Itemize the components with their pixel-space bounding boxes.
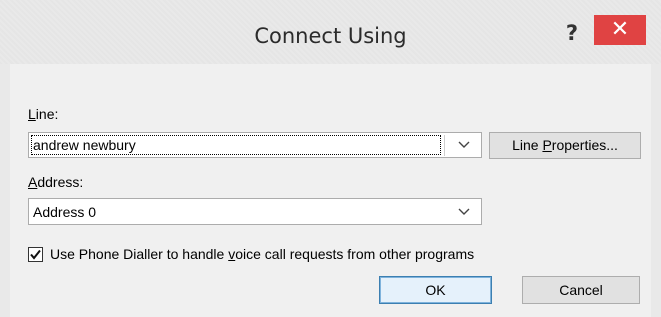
line-dropdown[interactable]: andrew newbury	[28, 132, 482, 158]
close-icon: ✕	[610, 17, 630, 42]
cancel-button[interactable]: Cancel	[522, 276, 640, 304]
line-dropdown-value: andrew newbury	[33, 137, 136, 153]
address-dropdown[interactable]: Address 0	[28, 198, 482, 225]
window-border-right	[651, 64, 661, 317]
line-label: Line:	[28, 106, 59, 122]
chevron-down-icon[interactable]	[457, 136, 471, 154]
checkmark-icon	[30, 249, 41, 260]
connect-using-dialog: Connect Using ? ✕ Line: andrew newbury L…	[0, 0, 661, 317]
address-dropdown-value: Address 0	[33, 204, 97, 220]
ok-button[interactable]: OK	[379, 276, 492, 304]
line-dropdown-divider	[444, 135, 445, 156]
chevron-down-icon[interactable]	[457, 203, 471, 221]
close-button[interactable]: ✕	[594, 15, 646, 45]
dialog-body: Line: andrew newbury Line Properties... …	[10, 64, 651, 317]
dialler-checkbox-label[interactable]: Use Phone Dialler to handle voice call r…	[50, 246, 474, 262]
address-label: Address:	[28, 174, 84, 190]
line-properties-button[interactable]: Line Properties...	[489, 132, 641, 159]
help-icon: ?	[565, 21, 579, 45]
dialler-checkbox[interactable]	[28, 247, 43, 262]
help-button[interactable]: ?	[551, 16, 593, 52]
window-border-left	[0, 64, 10, 317]
title-bar[interactable]: Connect Using ? ✕	[0, 0, 661, 64]
